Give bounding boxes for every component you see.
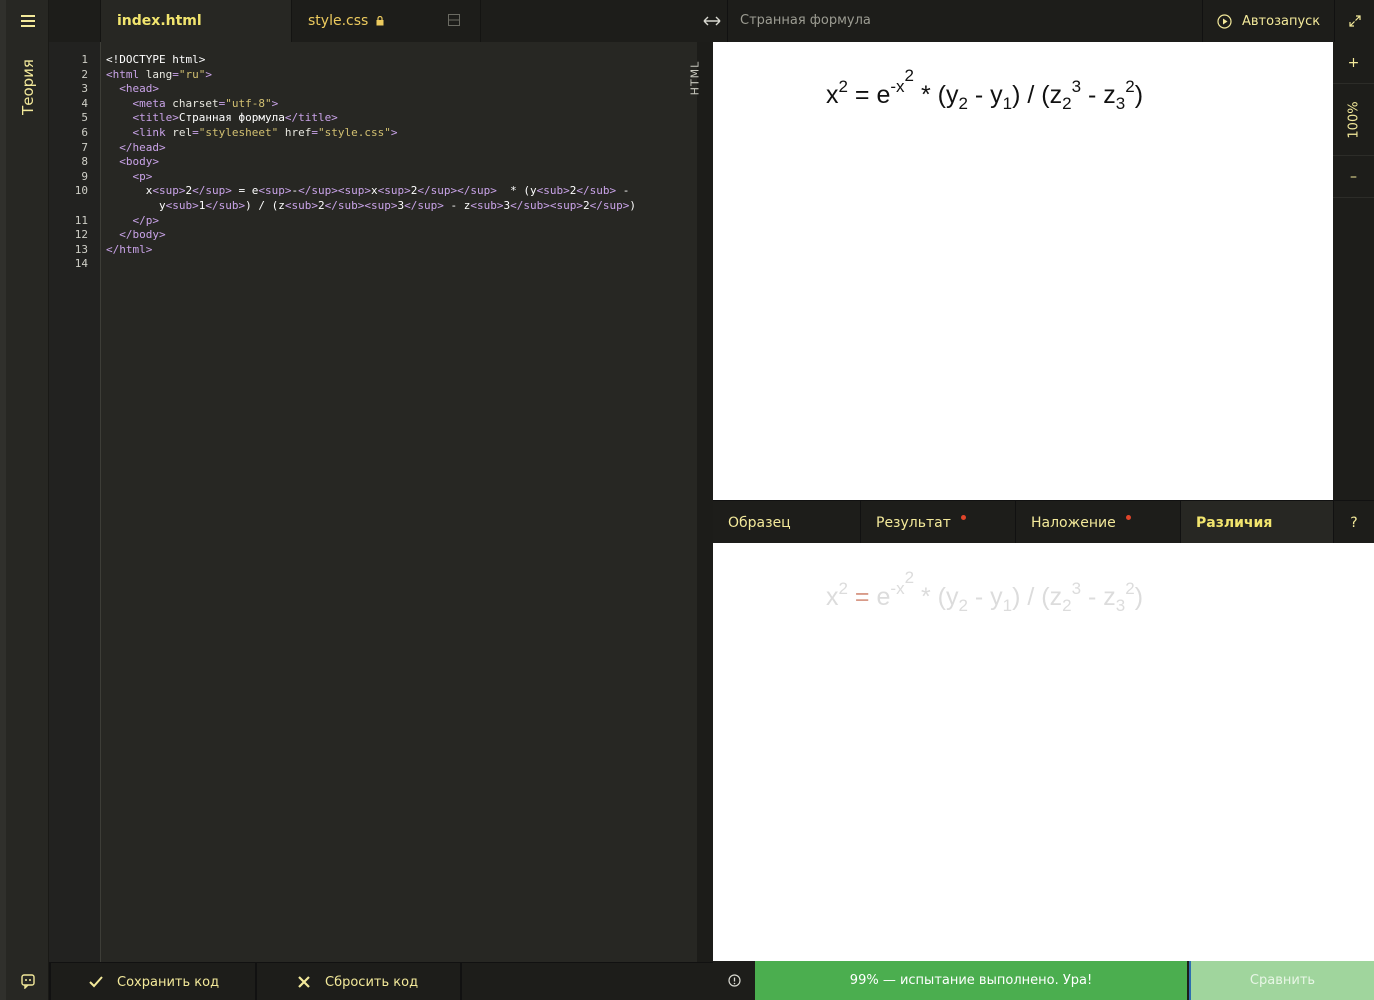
code-line[interactable]: x<sup>2</sup> = e<sup>-</sup><sup>x<sup>… [106, 184, 697, 199]
code-line[interactable]: <!DOCTYPE html> [106, 53, 697, 68]
expand-icon [1348, 15, 1361, 27]
zoom-in-button[interactable]: + [1333, 42, 1374, 84]
split-panel-icon[interactable] [448, 14, 460, 26]
info-button[interactable] [713, 961, 755, 1000]
line-number: 5 [81, 111, 88, 125]
save-label: Сохранить код [117, 974, 220, 990]
tab-label: index.html [117, 13, 202, 29]
chat-icon [20, 974, 35, 989]
editor-tab-bar: index.html style.css [49, 0, 697, 42]
differences-view: x2 = e-x2 * (y2 - y1) / (z23 - z32) [713, 543, 1374, 961]
tab-label: Образец [728, 514, 791, 531]
code-editor[interactable]: <!DOCTYPE html> <html lang="ru"> <head> … [101, 42, 697, 962]
preview-title: Странная формула [740, 13, 871, 28]
code-line[interactable] [106, 257, 697, 272]
code-line[interactable]: <head> [106, 82, 697, 97]
line-number: 4 [81, 96, 88, 110]
line-number: 1 [81, 53, 88, 66]
diff-formula: x2 = e-x2 * (y2 - y1) / (z23 - z32) [826, 568, 1144, 615]
info-icon [727, 974, 741, 987]
editor-mode-label: HTML [683, 55, 707, 100]
editor-bottom-bar: Сохранить код Сбросить код [49, 962, 713, 1000]
mode-label-text: HTML [688, 60, 702, 95]
autorun-label: Автозапуск [1242, 13, 1321, 29]
divider [49, 963, 51, 1000]
checkmark-icon [89, 976, 103, 988]
preview-header: Странная формула Автозапуск [728, 0, 1374, 42]
line-number: 2 [81, 67, 88, 81]
line-number: 7 [81, 140, 88, 154]
code-line[interactable]: </html> [106, 243, 697, 258]
tab-overlay[interactable]: Наложение [1016, 501, 1181, 544]
line-number: 13 [74, 242, 88, 256]
reset-code-button[interactable]: Сбросить код [297, 963, 418, 1000]
zoom-level-label: 100% [1346, 100, 1361, 139]
code-line[interactable]: <title>Странная формула</title> [106, 111, 697, 126]
line-number: 14 [74, 257, 88, 271]
swap-panels-button[interactable] [697, 0, 728, 42]
alert-dot [1125, 515, 1131, 520]
code-line[interactable]: </p> [106, 214, 697, 229]
code-line[interactable]: <body> [106, 155, 697, 170]
tab-result[interactable]: Результат [861, 501, 1016, 544]
tab-label: Результат [876, 514, 951, 531]
code-line[interactable]: </body> [106, 228, 697, 243]
line-number-gutter: 1 2 3 4 5 6 7 8 9 10 11 12 13 14 [49, 42, 101, 962]
alert-dot [960, 515, 966, 520]
line-number: 8 [81, 155, 88, 169]
code-line[interactable]: <link rel="stylesheet" href="style.css"> [106, 126, 697, 141]
theory-button[interactable]: Теория [6, 42, 49, 132]
save-code-button[interactable]: Сохранить код [89, 963, 219, 1000]
tab-index-html[interactable]: index.html [101, 0, 291, 42]
zoom-level: 100% [1333, 84, 1374, 156]
double-arrow-icon [703, 16, 721, 26]
help-button[interactable]: ? [1334, 501, 1374, 544]
lock-icon [376, 16, 384, 26]
tab-differences[interactable]: Различия [1181, 501, 1334, 544]
fullscreen-button[interactable] [1334, 0, 1374, 42]
tab-sample[interactable]: Образец [713, 501, 861, 544]
line-number: 10 [74, 184, 88, 198]
tab-bar-gutter [49, 0, 101, 42]
code-line[interactable]: </head> [106, 141, 697, 156]
line-number: 3 [81, 82, 88, 96]
status-bar: 99% — испытание выполнено. Ура! Сравнить [713, 961, 1374, 1000]
menu-button[interactable] [6, 0, 49, 42]
tab-label: Наложение [1031, 514, 1116, 531]
rail-strip [0, 0, 6, 1000]
tab-label: Различия [1196, 514, 1273, 531]
diff-highlight: = [854, 583, 870, 611]
preview-frame: x2 = e-x2 * (y2 - y1) / (z23 - z32) [713, 42, 1333, 500]
code-line[interactable]: y<sub>1</sub>) / (z<sub>2</sub><sup>3</s… [106, 199, 697, 214]
divider [460, 963, 462, 1000]
chat-button[interactable] [6, 962, 49, 1000]
tab-style-css[interactable]: style.css [291, 0, 481, 42]
divider [255, 963, 257, 1000]
line-number: 11 [74, 213, 88, 227]
line-number: 9 [81, 169, 88, 183]
reset-label: Сбросить код [325, 974, 419, 990]
code-line[interactable]: <meta charset="utf-8"> [106, 97, 697, 112]
zoom-out-button[interactable]: – [1333, 156, 1374, 198]
wrap-gap [49, 199, 100, 214]
help-label: ? [1350, 514, 1358, 531]
compare-tabs: Образец Результат Наложение Различия ? [713, 500, 1374, 544]
close-icon [298, 976, 310, 988]
tab-label: style.css [308, 13, 369, 29]
line-number: 12 [74, 228, 88, 242]
theory-label: Теория [18, 59, 37, 115]
compare-button[interactable]: Сравнить [1189, 961, 1374, 1000]
code-line[interactable]: <html lang="ru"> [106, 68, 697, 83]
code-line[interactable]: <p> [106, 170, 697, 185]
line-number: 6 [81, 125, 88, 139]
autorun-button[interactable]: Автозапуск [1202, 0, 1334, 42]
zoom-controls: + 100% – [1333, 42, 1374, 500]
success-message: 99% — испытание выполнено. Ура! [755, 961, 1187, 1000]
rendered-formula: x2 = e-x2 * (y2 - y1) / (z23 - z32) [826, 66, 1144, 113]
hamburger-icon [20, 15, 35, 27]
left-rail: Теория [0, 0, 49, 1000]
play-circle-icon [1217, 13, 1232, 29]
